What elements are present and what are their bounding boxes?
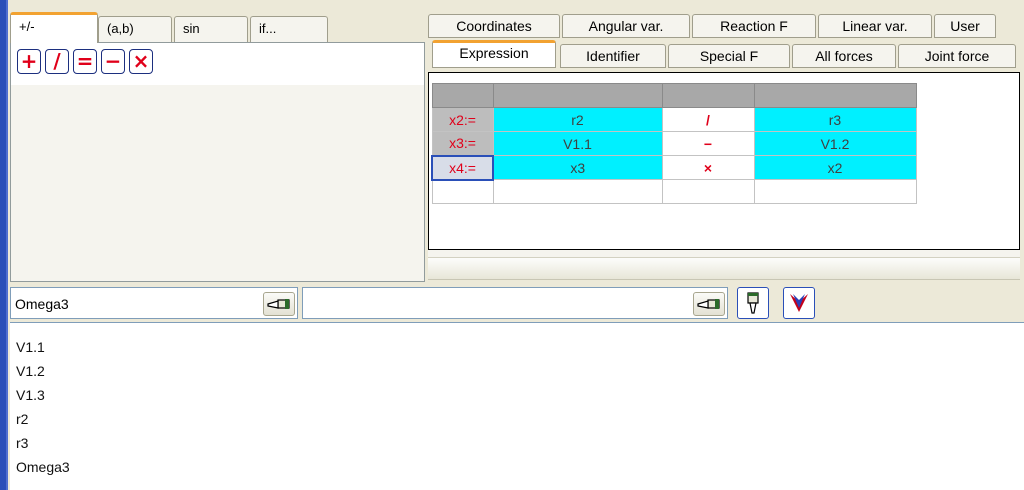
window-left-frame-inner [6, 0, 8, 490]
operator-button-strip: + / = − × [11, 43, 424, 85]
expression-label[interactable]: x3:= [431, 131, 494, 156]
table-row-empty[interactable] [431, 179, 917, 204]
equals-button[interactable]: = [73, 49, 97, 74]
header-cell[interactable] [492, 83, 663, 108]
operator-tabs: +/- (a,b) sin if... [10, 10, 425, 43]
horizontal-scrollbar[interactable] [428, 257, 1020, 279]
hand-down-icon [747, 292, 759, 314]
operator-panel: +/- (a,b) sin if... + / = − × [10, 10, 425, 282]
list-item[interactable]: Omega3 [16, 459, 70, 475]
expression-operator[interactable]: / [661, 107, 755, 132]
expression-left-operand[interactable]: r2 [492, 107, 663, 132]
minus-button[interactable]: − [101, 49, 125, 74]
tab-if[interactable]: if... [250, 16, 328, 42]
tab-sin[interactable]: sin [174, 16, 248, 42]
expression-operator[interactable]: × [661, 155, 755, 180]
tab-user-label: User [950, 18, 980, 34]
operator-tab-body: + / = − × [10, 42, 425, 282]
empty-cell[interactable] [753, 179, 917, 204]
expression-operator[interactable]: − [661, 131, 755, 156]
expression-label[interactable]: x4:= [431, 154, 494, 181]
tab-all-forces[interactable]: All forces [792, 44, 896, 68]
header-cell[interactable] [753, 83, 917, 108]
tab-user[interactable]: User [934, 14, 996, 38]
list-item[interactable]: V1.1 [16, 339, 45, 355]
list-item[interactable]: r2 [16, 411, 28, 427]
confirm-button[interactable] [783, 287, 815, 319]
check-arrow-icon [790, 294, 808, 312]
divide-button[interactable]: / [45, 49, 69, 74]
tab-special-f[interactable]: Special F [668, 44, 790, 68]
table-row[interactable]: x2:= r2 / r3 [431, 107, 917, 132]
tab-coordinates[interactable]: Coordinates [428, 14, 560, 38]
list-item[interactable]: V1.2 [16, 363, 45, 379]
tab-plus-minus[interactable]: +/- [10, 12, 98, 43]
header-cell[interactable] [431, 83, 494, 108]
tab-reaction-f[interactable]: Reaction F [692, 14, 816, 38]
expression-label[interactable]: x2:= [431, 107, 494, 132]
tab-angular-var[interactable]: Angular var. [562, 14, 690, 38]
expression-grid: x2:= r2 / r3 x3:= V1.1 − V1.2 x4:= x3 × … [428, 72, 1020, 250]
plus-button[interactable]: + [17, 49, 41, 74]
tab-identifier[interactable]: Identifier [560, 44, 666, 68]
list-item[interactable]: V1.3 [16, 387, 45, 403]
table-row[interactable]: x4:= x3 × x2 [431, 154, 917, 181]
empty-cell[interactable] [661, 179, 755, 204]
tab-expression[interactable]: Expression [432, 40, 556, 68]
expression-left-operand[interactable]: x3 [492, 155, 663, 180]
pointing-hand-icon[interactable] [693, 292, 725, 316]
multiply-button[interactable]: × [129, 49, 153, 74]
tab-linear-var[interactable]: Linear var. [818, 14, 932, 38]
expression-right-operand[interactable]: r3 [753, 107, 917, 132]
table-row[interactable]: x3:= V1.1 − V1.2 [431, 131, 917, 156]
empty-cell[interactable] [492, 179, 663, 204]
tab-parentheses[interactable]: (a,b) [98, 16, 172, 42]
tab-joint-force[interactable]: Joint force [898, 44, 1016, 68]
name-field[interactable]: Omega3 [10, 287, 298, 319]
empty-cell[interactable] [431, 179, 494, 204]
name-field-value: Omega3 [15, 296, 69, 312]
variables-panel: Coordinates Angular var. Reaction F Line… [428, 10, 1024, 282]
header-cell[interactable] [661, 83, 755, 108]
expression-right-operand[interactable]: x2 [753, 155, 917, 180]
hand-down-button[interactable] [737, 287, 769, 319]
variable-list: V1.1 V1.2 V1.3 r2 r3 Omega3 [10, 322, 1024, 490]
expression-left-operand[interactable]: V1.1 [492, 131, 663, 156]
expression-table: x2:= r2 / r3 x3:= V1.1 − V1.2 x4:= x3 × … [431, 83, 917, 204]
table-header-row [431, 83, 917, 108]
expression-right-operand[interactable]: V1.2 [753, 131, 917, 156]
pointing-hand-icon[interactable] [263, 292, 295, 316]
list-item[interactable]: r3 [16, 435, 28, 451]
expression-input[interactable] [302, 287, 728, 319]
input-row: Omega3 [10, 287, 1024, 321]
